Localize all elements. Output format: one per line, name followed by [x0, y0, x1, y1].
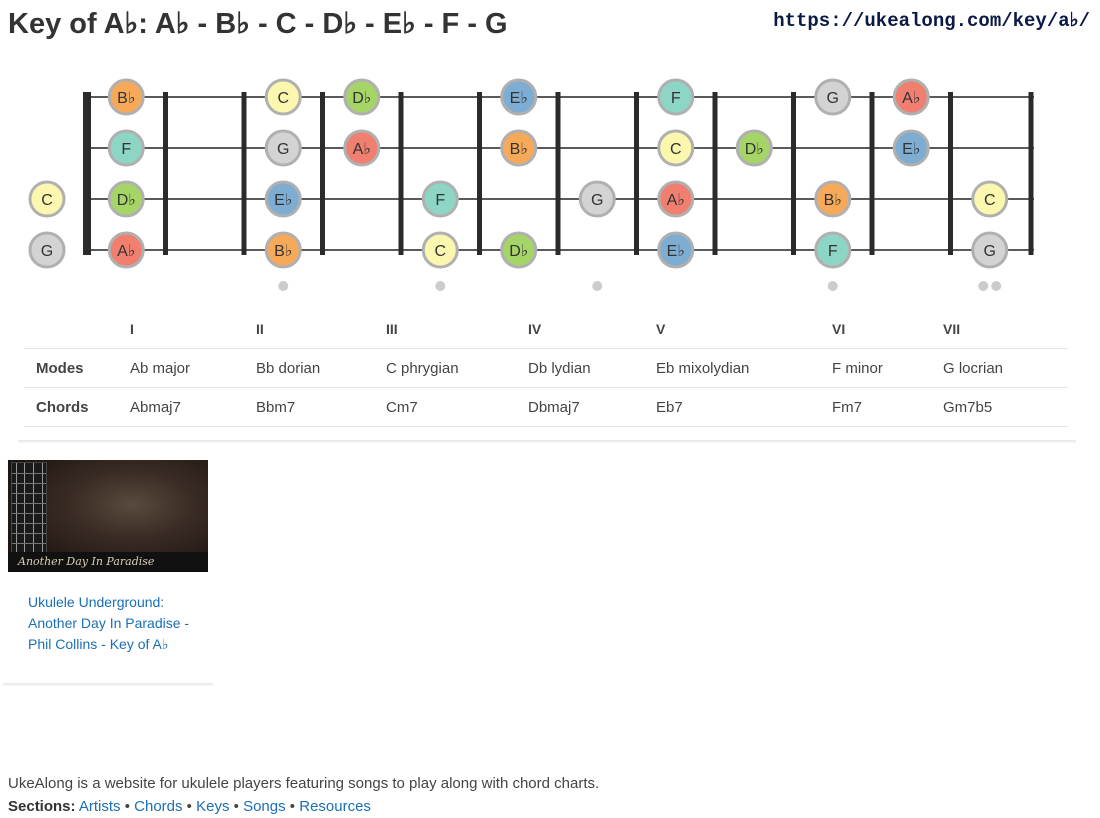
- fret-wire: [477, 92, 482, 255]
- footer-link-resources[interactable]: Resources: [299, 798, 371, 815]
- footer-link-keys[interactable]: Keys: [196, 798, 229, 815]
- fret-wire: [320, 92, 325, 255]
- chord-cell: Cm7: [386, 387, 528, 427]
- note-label: G: [277, 141, 289, 158]
- note-label: C: [277, 90, 289, 107]
- footer-separator: •: [186, 798, 192, 815]
- video-card: Another Day In Paradise Ukulele Undergro…: [8, 460, 208, 655]
- fret-wire: [163, 92, 168, 255]
- note-label: G: [41, 243, 53, 260]
- note-label: C: [670, 141, 682, 158]
- fret-wire: [712, 92, 718, 255]
- note-label: A♭: [353, 141, 371, 158]
- chords-row-label: Chords: [24, 387, 130, 427]
- modes-row: Modes Ab major Bb dorian C phrygian Db l…: [24, 348, 1068, 388]
- fret-wire: [398, 92, 404, 255]
- mode-cell: C phrygian: [386, 348, 528, 388]
- note-label: A♭: [117, 243, 135, 260]
- mode-cell: Db lydian: [528, 348, 656, 388]
- table-corner-cell: [24, 310, 130, 349]
- note-label: D♭: [117, 192, 136, 209]
- note-label: G: [827, 90, 839, 107]
- note-label: C: [434, 243, 446, 260]
- note-label: F: [828, 243, 838, 260]
- table-header-row: I II III IV V VI VII: [24, 310, 1068, 349]
- modes-row-label: Modes: [24, 348, 130, 388]
- fret-wire: [634, 92, 639, 255]
- note-label: F: [671, 90, 681, 107]
- position-marker-dot: [435, 281, 446, 291]
- chord-cell: Eb7: [656, 387, 832, 427]
- note-label: A♭: [667, 192, 685, 209]
- footer-link-songs[interactable]: Songs: [243, 798, 286, 815]
- mode-cell: Ab major: [130, 348, 256, 388]
- degree-header: II: [256, 310, 386, 349]
- note-label: D♭: [745, 141, 764, 158]
- note-label: D♭: [509, 243, 528, 260]
- chord-cell: Fm7: [832, 387, 943, 427]
- note-label: E♭: [510, 90, 528, 107]
- card-divider: [3, 683, 213, 686]
- note-label: C: [984, 192, 996, 209]
- footer-description: UkeAlong is a website for ukulele player…: [8, 775, 600, 792]
- video-thumbnail[interactable]: Another Day In Paradise: [8, 460, 208, 572]
- note-label: B♭: [824, 192, 842, 209]
- modes-table: I II III IV V VI VII Modes Ab major Bb d…: [24, 310, 1068, 427]
- degree-header: VII: [943, 310, 1068, 349]
- note-label: F: [121, 141, 131, 158]
- fret-wire: [241, 92, 247, 255]
- chord-cell: Abmaj7: [130, 387, 256, 427]
- note-label: A♭: [902, 90, 920, 107]
- fret-wire: [555, 92, 561, 255]
- fret-wire: [1028, 92, 1034, 255]
- chord-cell: Bbm7: [256, 387, 386, 427]
- position-marker-dot: [978, 281, 989, 291]
- fretboard-diagram: B♭ C D♭ E♭ F G A♭ F G A♭ B♭ C D♭ E♭ C D♭ E♭ F G A♭ B♭ C G A♭ B♭ C…: [28, 78, 1034, 291]
- note-label: F: [435, 192, 445, 209]
- fret-wire: [791, 92, 796, 255]
- footer-separator: •: [233, 798, 239, 815]
- video-link[interactable]: Ukulele Underground: Another Day In Para…: [28, 592, 198, 655]
- note-label: E♭: [667, 243, 685, 260]
- fret-wire: [948, 92, 953, 255]
- footer: UkeAlong is a website for ukulele player…: [8, 772, 599, 818]
- section-divider: [18, 440, 1076, 443]
- thumbnail-caption: Another Day In Paradise: [8, 552, 208, 572]
- chord-cell: Gm7b5: [943, 387, 1068, 427]
- fret-wire: [869, 92, 875, 255]
- footer-link-artists[interactable]: Artists: [79, 798, 121, 815]
- note-label: B♭: [274, 243, 292, 260]
- note-label: E♭: [902, 141, 920, 158]
- degree-header: IV: [528, 310, 656, 349]
- degree-header: I: [130, 310, 256, 349]
- note-label: B♭: [117, 90, 135, 107]
- note-label: G: [591, 192, 603, 209]
- sections-label: Sections:: [8, 798, 76, 815]
- position-marker-dot: [278, 281, 289, 291]
- position-marker-dot: [827, 281, 838, 291]
- mode-cell: G locrian: [943, 348, 1068, 388]
- degree-header: III: [386, 310, 528, 349]
- thumbnail-fretboard-graphic: [11, 462, 47, 558]
- note-label: C: [41, 192, 53, 209]
- degree-header: V: [656, 310, 832, 349]
- note-label: B♭: [510, 141, 528, 158]
- footer-separator: •: [289, 798, 296, 815]
- mode-cell: Bb dorian: [256, 348, 386, 388]
- footer-link-chords[interactable]: Chords: [134, 798, 182, 815]
- mode-cell: Eb mixolydian: [656, 348, 832, 388]
- mode-cell: F minor: [832, 348, 943, 388]
- position-marker-dot: [991, 281, 1002, 291]
- chords-row: Chords Abmaj7 Bbm7 Cm7 Dbmaj7 Eb7 Fm7 Gm…: [24, 387, 1068, 427]
- degree-header: VI: [832, 310, 943, 349]
- footer-separator: •: [124, 798, 130, 815]
- note-label: D♭: [352, 90, 371, 107]
- note-label: E♭: [274, 192, 292, 209]
- chord-cell: Dbmaj7: [528, 387, 656, 427]
- note-label: G: [984, 243, 996, 260]
- position-marker-dot: [592, 281, 603, 291]
- nut: [83, 92, 91, 255]
